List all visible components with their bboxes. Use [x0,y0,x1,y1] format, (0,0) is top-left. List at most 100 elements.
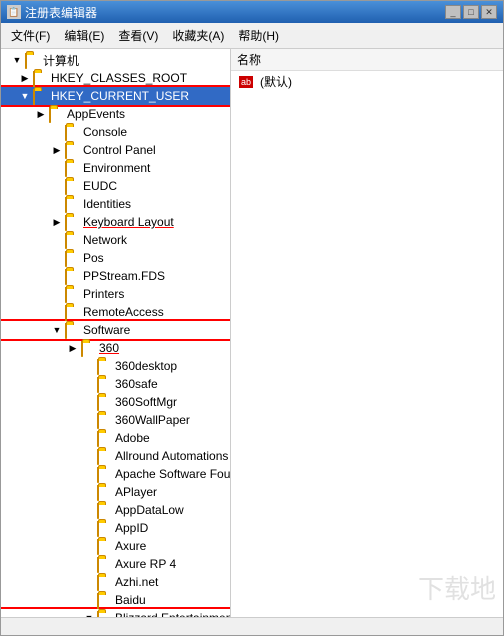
expand-icon-empty [49,268,65,284]
expand-icon: ▶ [33,106,49,122]
maximize-button[interactable]: □ [463,5,479,19]
folder-icon [65,216,81,229]
window-title: 注册表编辑器 [25,4,97,21]
folder-icon [25,54,41,67]
tree-item-360softmgr[interactable]: 360SoftMgr [1,393,230,411]
menu-view[interactable]: 查看(V) [112,25,164,46]
minimize-button[interactable]: _ [445,5,461,19]
main-content: ▼ 计算机 ▶ HKEY_CLASSES_ROOT ▼ [1,49,503,617]
tree-item-360[interactable]: ▶ 360 [1,339,230,357]
tree-item-allround[interactable]: Allround Automations [1,447,230,465]
folder-icon [97,432,113,445]
tree-item-keyboard-layout[interactable]: ▶ Keyboard Layout [1,213,230,231]
tree-item-360safe[interactable]: 360safe [1,375,230,393]
label-360softmgr: 360SoftMgr [115,395,177,409]
expand-icon: ▶ [17,70,33,86]
tree-item-control-panel[interactable]: ▶ Control Panel [1,141,230,159]
folder-icon [97,468,113,481]
folder-icon [65,252,81,265]
tree-item-aplayer[interactable]: APlayer [1,483,230,501]
tree-item-appid[interactable]: AppID [1,519,230,537]
tree-item-apache[interactable]: Apache Software Foundation [1,465,230,483]
registry-tree-panel[interactable]: ▼ 计算机 ▶ HKEY_CLASSES_ROOT ▼ [1,49,231,617]
expand-icon-empty [81,358,97,374]
registry-tree: ▼ 计算机 ▶ HKEY_CLASSES_ROOT ▼ [1,49,230,617]
menu-edit[interactable]: 编辑(E) [58,25,110,46]
tree-item-360desktop[interactable]: 360desktop [1,357,230,375]
label-axure-rp4: Axure RP 4 [115,557,176,571]
tree-item-360wallpaper[interactable]: 360WallPaper [1,411,230,429]
menu-file[interactable]: 文件(F) [5,25,56,46]
folder-icon [65,198,81,211]
folder-icon [97,504,113,517]
expand-icon-empty [49,232,65,248]
tree-item-software[interactable]: ▼ Software [1,321,230,339]
tree-item-current-user[interactable]: ▼ HKEY_CURRENT_USER [1,87,230,105]
expand-icon: ▶ [49,214,65,230]
expand-icon-empty [49,196,65,212]
label-identities: Identities [83,197,131,211]
tree-item-environment[interactable]: Environment [1,159,230,177]
folder-icon [97,612,113,618]
expand-icon-empty [81,412,97,428]
tree-item-axure[interactable]: Axure [1,537,230,555]
root-label: 计算机 [43,52,79,69]
label-classes-root: HKEY_CLASSES_ROOT [51,71,187,85]
tree-item-appevents[interactable]: ▶ AppEvents [1,105,230,123]
expand-icon-empty [81,502,97,518]
label-adobe: Adobe [115,431,150,445]
expand-icon-empty [81,430,97,446]
expand-icon: ▼ [81,610,97,617]
tree-item-adobe[interactable]: Adobe [1,429,230,447]
close-button[interactable]: ✕ [481,5,497,19]
tree-item-classes-root[interactable]: ▶ HKEY_CLASSES_ROOT [1,69,230,87]
tree-item-ppstream[interactable]: PPStream.FDS [1,267,230,285]
label-baidu: Baidu [115,593,146,607]
right-panel-default-label: (默认) [260,73,292,90]
folder-icon [97,540,113,553]
label-remoteaccess: RemoteAccess [83,305,164,319]
label-azhi: Azhi.net [115,575,158,589]
label-environment: Environment [83,161,150,175]
expand-icon-empty [49,250,65,266]
folder-icon [97,558,113,571]
label-console: Console [83,125,127,139]
tree-item-appdatalow[interactable]: AppDataLow [1,501,230,519]
expand-icon-empty [81,574,97,590]
tree-item-axure-rp4[interactable]: Axure RP 4 [1,555,230,573]
tree-item-console[interactable]: Console [1,123,230,141]
folder-icon [97,486,113,499]
tree-root[interactable]: ▼ 计算机 [1,51,230,69]
expand-icon-empty [81,538,97,554]
title-buttons: _ □ ✕ [445,5,497,19]
menu-favorites[interactable]: 收藏夹(A) [166,25,230,46]
expand-icon: ▼ [17,88,33,104]
folder-icon [65,144,81,157]
tree-item-remoteaccess[interactable]: RemoteAccess [1,303,230,321]
tree-item-eudc[interactable]: EUDC [1,177,230,195]
status-bar [1,617,503,635]
label-360desktop: 360desktop [115,359,177,373]
tree-item-network[interactable]: Network [1,231,230,249]
folder-icon [33,90,49,103]
label-printers: Printers [83,287,124,301]
folder-icon [65,234,81,247]
right-panel-header: 名称 [231,49,503,71]
tree-item-printers[interactable]: Printers [1,285,230,303]
folder-icon [97,396,113,409]
ab-icon: ab [239,76,253,88]
tree-item-pos[interactable]: Pos [1,249,230,267]
tree-item-azhi[interactable]: Azhi.net [1,573,230,591]
tree-item-identities[interactable]: Identities [1,195,230,213]
app-icon: 📋 [7,5,21,19]
title-bar: 📋 注册表编辑器 _ □ ✕ [1,1,503,23]
menu-help[interactable]: 帮助(H) [232,25,285,46]
folder-icon [97,576,113,589]
label-software: Software [83,323,130,337]
expand-icon: ▶ [49,142,65,158]
tree-item-baidu[interactable]: Baidu [1,591,230,609]
tree-item-blizzard[interactable]: ▼ Blizzard Entertainment [1,609,230,617]
expand-icon-empty [49,304,65,320]
label-network: Network [83,233,127,247]
folder-icon [97,414,113,427]
